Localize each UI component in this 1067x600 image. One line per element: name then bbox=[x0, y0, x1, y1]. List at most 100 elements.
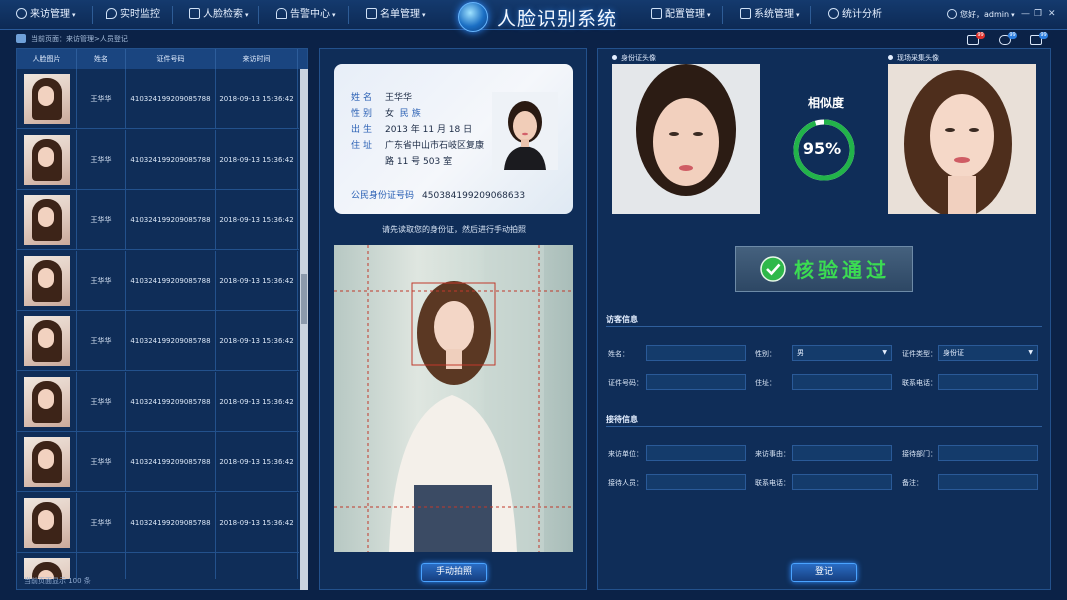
alarm-icon bbox=[276, 8, 287, 19]
close-icon[interactable]: ✕ bbox=[1048, 9, 1056, 19]
register-button[interactable]: 登记 bbox=[791, 563, 857, 582]
nav-item-alarm[interactable]: 告警中心 ▾ bbox=[276, 0, 336, 30]
id-photo bbox=[612, 64, 760, 214]
bell-icon[interactable]: 99 bbox=[967, 32, 985, 45]
note-field[interactable] bbox=[938, 474, 1038, 490]
id-name: 王华华 bbox=[385, 93, 413, 103]
user-greeting: 您好，admin bbox=[960, 10, 1010, 19]
name-cell: 王华华 bbox=[77, 311, 126, 371]
reason-label: 来访事由： bbox=[755, 450, 790, 458]
face-cell bbox=[17, 69, 77, 129]
nav-item-system[interactable]: 系统管理 ▾ bbox=[740, 0, 800, 30]
name-cell: 王华华 bbox=[77, 371, 126, 432]
nav-item-stats[interactable]: 统计分析 bbox=[828, 0, 882, 30]
name-cell: 王华华 bbox=[77, 250, 126, 311]
id-number-cell: 410324199209085788 bbox=[126, 492, 216, 553]
scrollbar[interactable] bbox=[300, 69, 308, 590]
scrollbar-thumb[interactable] bbox=[301, 274, 307, 324]
name-cell: 王华华 bbox=[77, 129, 126, 190]
doc-type-select[interactable]: 身份证 bbox=[938, 345, 1038, 361]
name-cell: 王华华 bbox=[77, 69, 126, 129]
id-number-label: 公民身份证号码 bbox=[351, 191, 415, 201]
nav-item-visit[interactable]: 来访管理 ▾ bbox=[16, 0, 76, 30]
nav-item-config[interactable]: 配置管理 ▾ bbox=[651, 0, 711, 30]
host-field[interactable] bbox=[646, 474, 746, 490]
table-row[interactable]: 王华华4103241992090857882018-09-13 15:36:42 bbox=[17, 69, 299, 129]
name-cell: 王华华 bbox=[77, 190, 126, 250]
table-row[interactable]: 王华华4103241992090857882018-09-13 15:36:42 bbox=[17, 129, 299, 190]
host-phone-label: 联系电话： bbox=[755, 479, 790, 487]
table-row[interactable]: 王华华4103241992090857882018-09-13 15:36:42 bbox=[17, 190, 299, 250]
maximize-icon[interactable]: ❐ bbox=[1034, 9, 1042, 19]
column-header[interactable]: 证件号码 bbox=[126, 49, 216, 69]
table-row[interactable]: 王华华4103241992090857882018-09-13 15:36:42 bbox=[17, 371, 299, 432]
nav-label: 人脸检索 bbox=[203, 9, 243, 20]
column-header[interactable]: 姓名 bbox=[77, 49, 126, 69]
minimize-icon[interactable]: — bbox=[1021, 9, 1030, 19]
id-number-cell: 410324199209085788 bbox=[126, 250, 216, 311]
id-birth-label: 出生 bbox=[351, 125, 376, 135]
dept-field[interactable] bbox=[938, 445, 1038, 461]
similarity-title: 相似度 bbox=[808, 96, 845, 110]
visit-time-cell: 2018-09-13 15:36:42 bbox=[216, 553, 298, 579]
id-number-cell: 410324199209085788 bbox=[126, 553, 216, 579]
similarity-value: 95% bbox=[802, 139, 842, 158]
nav-label: 系统管理 bbox=[754, 9, 794, 20]
verification-panel: 身份证头像 相似度 95% 现场采集头像 核验通过 访客信息 姓名： 性别： 男… bbox=[597, 48, 1051, 590]
face-cell bbox=[17, 311, 77, 371]
nav-item-list[interactable]: 名单管理 ▾ bbox=[366, 0, 426, 30]
phone-field[interactable] bbox=[938, 374, 1038, 390]
task-badge: 99 bbox=[1039, 32, 1048, 39]
chart-icon bbox=[828, 8, 839, 19]
home-icon bbox=[16, 34, 26, 43]
id-address: 广东省中山市石岐区复康 bbox=[385, 141, 485, 151]
gender-label: 性别： bbox=[755, 350, 776, 358]
breadcrumb-bar: 当前页面：来访管理>人员登记 99 99 99 bbox=[0, 31, 1067, 47]
table-row[interactable]: 王华华4103241992090857882018-09-13 15:36:42 bbox=[17, 250, 299, 311]
task-icon[interactable]: 99 bbox=[1030, 32, 1048, 45]
address-label: 住址： bbox=[755, 379, 776, 387]
host-phone-field[interactable] bbox=[792, 474, 892, 490]
location-icon bbox=[106, 8, 117, 19]
table-row[interactable]: 王华华4103241992090857882018-09-13 15:36:42 bbox=[17, 492, 299, 553]
unit-field[interactable] bbox=[646, 445, 746, 461]
face-search-icon bbox=[189, 8, 200, 19]
message-icon[interactable]: 99 bbox=[999, 32, 1017, 45]
reason-field[interactable] bbox=[792, 445, 892, 461]
column-header[interactable]: 来访时间 bbox=[216, 49, 298, 69]
column-header[interactable]: 人脸图片 bbox=[17, 49, 77, 69]
address-field[interactable] bbox=[792, 374, 892, 390]
doc-no-field[interactable] bbox=[646, 374, 746, 390]
system-icon bbox=[740, 8, 751, 19]
table-row[interactable]: 王华华4103241992090857882018-09-13 15:36:42 bbox=[17, 311, 299, 371]
id-card: 姓名 王华华 性别女 民族 出生 2013 年 11 月 18 日 住址 广东省中山市… bbox=[334, 64, 573, 214]
id-gender-row: 性别女 民族 bbox=[351, 106, 424, 119]
face-cell bbox=[17, 190, 77, 250]
nav-label: 名单管理 bbox=[380, 9, 420, 20]
nav-item-monitor[interactable]: 实时监控 bbox=[106, 0, 160, 30]
unit-label: 来访单位： bbox=[608, 450, 643, 458]
table-header: 人脸图片 姓名 证件号码 来访时间 bbox=[17, 49, 307, 69]
capture-button[interactable]: 手动拍照 bbox=[421, 563, 487, 582]
id-ethnic-label: 民族 bbox=[399, 109, 424, 119]
divider bbox=[606, 326, 1042, 327]
check-icon bbox=[760, 256, 786, 282]
name-field[interactable] bbox=[646, 345, 746, 361]
config-icon bbox=[651, 8, 662, 19]
app-title: 人脸识别系统 bbox=[497, 8, 618, 30]
app-logo bbox=[458, 2, 488, 32]
doc-type-label: 证件类型： bbox=[902, 350, 937, 358]
host-label: 接待人员： bbox=[608, 479, 643, 487]
id-name-label: 姓名 bbox=[351, 93, 376, 103]
visit-time-cell: 2018-09-13 15:36:42 bbox=[216, 371, 298, 432]
user-menu[interactable]: 您好，admin ▾ bbox=[947, 0, 1015, 30]
visit-time-cell: 2018-09-13 15:36:42 bbox=[216, 432, 298, 492]
face-cell bbox=[17, 492, 77, 553]
id-number-cell: 410324199209085788 bbox=[126, 129, 216, 190]
name-label: 姓名： bbox=[608, 350, 629, 358]
gender-select[interactable]: 男 bbox=[792, 345, 892, 361]
nav-label: 统计分析 bbox=[842, 9, 882, 20]
id-card-photo bbox=[492, 92, 558, 170]
table-row[interactable]: 王华华4103241992090857882018-09-13 15:36:42 bbox=[17, 432, 299, 492]
nav-item-face-search[interactable]: 人脸检索 ▾ bbox=[189, 0, 249, 30]
